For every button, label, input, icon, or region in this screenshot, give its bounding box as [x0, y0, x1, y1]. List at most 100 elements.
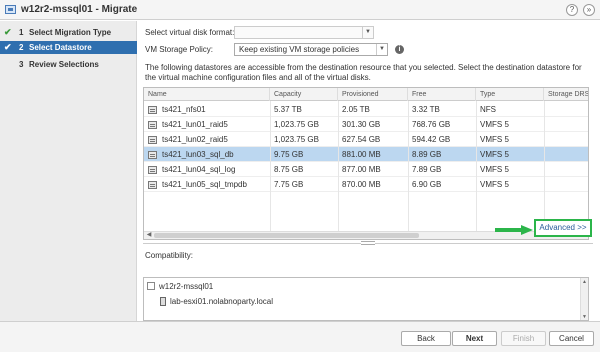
compat-item-vm: w12r2-mssql01: [147, 282, 213, 291]
storage-policy-label: VM Storage Policy:: [145, 45, 214, 54]
compat-item-host: lab-esxi01.nolabnoparty.local: [160, 297, 273, 306]
column-divider: [338, 101, 339, 231]
table-row[interactable]: ts421_lun01_raid5 1,023.75 GB 301.30 GB …: [144, 117, 588, 132]
datastore-table: Name Capacity Provisioned Free Type Stor…: [143, 87, 589, 240]
scroll-thumb[interactable]: [154, 233, 419, 238]
storage-policy-select[interactable]: Keep existing VM storage policies ▼: [234, 43, 388, 56]
table-header: Name Capacity Provisioned Free Type Stor…: [144, 88, 588, 101]
datastore-description: The following datastores are accessible …: [145, 63, 582, 82]
wizard-steps: ✔ 1 Select Migration Type ✔ 2 Select Dat…: [0, 21, 137, 321]
table-row[interactable]: ts421_lun04_sql_log 8.75 GB 877.00 MB 7.…: [144, 162, 588, 177]
step-label: Review Selections: [29, 60, 99, 69]
check-icon: [147, 282, 155, 290]
table-row[interactable]: ts421_nfs01 5.37 TB 2.05 TB 3.32 TB NFS: [144, 102, 588, 117]
column-header-provisioned[interactable]: Provisioned: [338, 88, 408, 101]
datastore-icon: [148, 151, 157, 159]
window-title: w12r2-mssql01 - Migrate: [21, 4, 138, 15]
datastore-panel: Select virtual disk format: ▼ VM Storage…: [138, 21, 600, 321]
step-number: 1: [19, 28, 24, 37]
vm-icon: [5, 5, 16, 14]
chevron-down-icon: ▼: [362, 27, 373, 38]
finish-button[interactable]: Finish: [501, 331, 546, 346]
datastore-icon: [148, 106, 157, 114]
datastore-icon: [148, 121, 157, 129]
step-select-datastore[interactable]: ✔ 2 Select Datastore: [0, 41, 137, 54]
chevron-down-icon: ▼: [376, 44, 387, 55]
compatibility-panel: w12r2-mssql01 lab-esxi01.nolabnoparty.lo…: [143, 277, 589, 321]
back-button[interactable]: Back: [401, 331, 451, 346]
wizard-footer: Back Next Finish Cancel: [0, 321, 600, 352]
cell-capacity: 8.75 GB: [274, 165, 304, 174]
next-button[interactable]: Next: [452, 331, 497, 346]
cell-free: 6.90 GB: [412, 180, 442, 189]
title-bar: w12r2-mssql01 - Migrate ? »: [0, 0, 600, 20]
column-divider: [408, 101, 409, 231]
cell-provisioned: 301.30 GB: [342, 120, 381, 129]
cell-type: VMFS 5: [480, 180, 509, 189]
step-label: Select Datastore: [29, 43, 92, 52]
cell-type: VMFS 5: [480, 120, 509, 129]
cell-provisioned: 2.05 TB: [342, 105, 370, 114]
scroll-left-icon[interactable]: ◀: [145, 232, 153, 239]
cell-provisioned: 881.00 MB: [342, 150, 381, 159]
cell-name: ts421_nfs01: [162, 105, 206, 114]
cell-free: 8.89 GB: [412, 150, 442, 159]
column-header-storage-drs[interactable]: Storage DRS: [544, 88, 588, 101]
cell-capacity: 1,023.75 GB: [274, 135, 319, 144]
panel-splitter[interactable]: [143, 241, 593, 245]
column-header-free[interactable]: Free: [408, 88, 476, 101]
table-row[interactable]: ts421_lun05_sql_tmpdb 7.75 GB 870.00 MB …: [144, 177, 588, 192]
step-number: 2: [19, 43, 24, 52]
expand-icon[interactable]: »: [583, 4, 595, 16]
cell-capacity: 5.37 TB: [274, 105, 302, 114]
advanced-button[interactable]: Advanced >>: [534, 219, 592, 237]
disk-format-label: Select virtual disk format:: [145, 28, 235, 37]
cell-type: NFS: [480, 105, 496, 114]
cell-name: ts421_lun05_sql_tmpdb: [162, 180, 247, 189]
checkmark-icon: ✔: [4, 27, 12, 37]
cell-name: ts421_lun02_raid5: [162, 135, 228, 144]
cell-capacity: 1,023.75 GB: [274, 120, 319, 129]
step-review-selections[interactable]: 3 Review Selections: [0, 58, 137, 71]
datastore-icon: [148, 181, 157, 189]
cell-type: VMFS 5: [480, 135, 509, 144]
cell-capacity: 7.75 GB: [274, 180, 304, 189]
cancel-button[interactable]: Cancel: [549, 331, 594, 346]
cell-provisioned: 870.00 MB: [342, 180, 381, 189]
column-header-type[interactable]: Type: [476, 88, 544, 101]
step-select-migration-type[interactable]: ✔ 1 Select Migration Type: [0, 26, 137, 39]
step-label: Select Migration Type: [29, 28, 112, 37]
datastore-icon: [148, 166, 157, 174]
column-header-capacity[interactable]: Capacity: [270, 88, 338, 101]
column-divider: [476, 101, 477, 231]
scroll-up-icon[interactable]: ▲: [581, 279, 588, 285]
table-row-selected[interactable]: ts421_lun03_sql_db 9.75 GB 881.00 MB 8.8…: [144, 147, 588, 162]
disk-format-select[interactable]: ▼: [234, 26, 374, 39]
cell-name: ts421_lun03_sql_db: [162, 150, 234, 159]
cell-provisioned: 627.54 GB: [342, 135, 381, 144]
cell-type: VMFS 5: [480, 165, 509, 174]
compat-vm-name: w12r2-mssql01: [159, 282, 214, 291]
cell-capacity: 9.75 GB: [274, 150, 304, 159]
help-icon[interactable]: ?: [566, 4, 578, 16]
compatibility-label: Compatibility:: [145, 251, 194, 260]
cell-provisioned: 877.00 MB: [342, 165, 381, 174]
column-divider: [270, 101, 271, 231]
datastore-icon: [148, 136, 157, 144]
storage-policy-value: Keep existing VM storage policies: [239, 45, 360, 54]
vertical-scrollbar[interactable]: ▲ ▼: [580, 278, 588, 320]
column-header-name[interactable]: Name: [144, 88, 270, 101]
host-icon: [160, 297, 166, 306]
cell-free: 7.89 GB: [412, 165, 442, 174]
splitter-grip[interactable]: [361, 241, 375, 245]
cell-free: 3.32 TB: [412, 105, 440, 114]
cell-free: 768.76 GB: [412, 120, 451, 129]
scroll-down-icon[interactable]: ▼: [581, 314, 588, 320]
cell-name: ts421_lun01_raid5: [162, 120, 228, 129]
green-arrow-icon: [495, 225, 533, 235]
cell-name: ts421_lun04_sql_log: [162, 165, 236, 174]
table-row[interactable]: ts421_lun02_raid5 1,023.75 GB 627.54 GB …: [144, 132, 588, 147]
compat-host-name: lab-esxi01.nolabnoparty.local: [170, 297, 274, 306]
info-icon[interactable]: i: [395, 45, 404, 54]
step-number: 3: [19, 60, 24, 69]
